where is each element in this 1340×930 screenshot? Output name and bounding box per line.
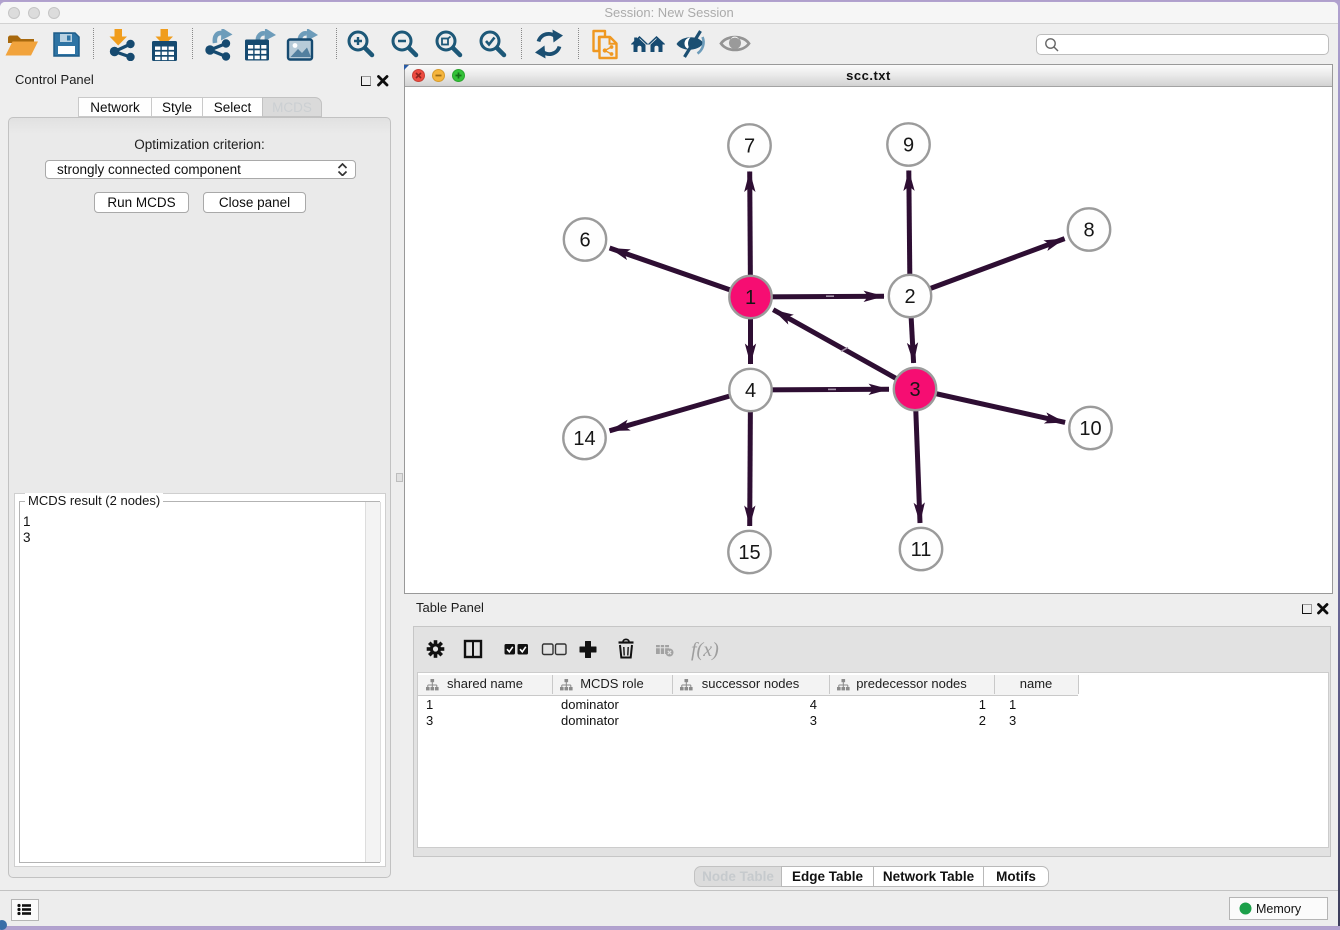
- svg-text:15: 15: [738, 542, 760, 564]
- svg-text:1: 1: [745, 287, 756, 309]
- svg-text:8: 8: [1083, 220, 1094, 242]
- svg-text:3: 3: [909, 379, 920, 401]
- svg-text:f(x): f(x): [691, 639, 719, 661]
- svg-text:14: 14: [573, 428, 595, 450]
- svg-text:9: 9: [903, 135, 914, 157]
- svg-text:11: 11: [911, 539, 932, 561]
- svg-text:4: 4: [745, 380, 756, 402]
- svg-text:10: 10: [1079, 418, 1101, 440]
- svg-text:2: 2: [904, 286, 915, 308]
- svg-text:7: 7: [744, 136, 755, 158]
- svg-text:6: 6: [579, 230, 590, 252]
